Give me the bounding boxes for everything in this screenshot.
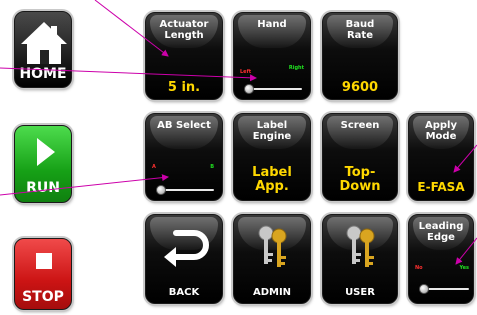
leading-edge-switch-knob[interactable] bbox=[419, 284, 429, 294]
house-icon bbox=[21, 22, 67, 64]
hand-left-label: Left bbox=[240, 69, 252, 75]
label-engine-value: Label App. bbox=[252, 165, 292, 194]
leading-edge-title: Leading Edge bbox=[418, 221, 464, 243]
run-button[interactable]: RUN bbox=[14, 125, 72, 203]
baud-rate-value: 9600 bbox=[341, 80, 379, 95]
ab-select-switch-knob[interactable] bbox=[156, 185, 166, 195]
baud-rate-button[interactable]: Baud Rate 9600 bbox=[322, 12, 398, 100]
hand-switch-knob[interactable] bbox=[244, 84, 254, 94]
ab-select-button[interactable]: AB Select A B bbox=[145, 113, 223, 201]
stop-square-icon bbox=[36, 253, 52, 269]
label-engine-title: Label Engine bbox=[252, 120, 292, 142]
screen-button[interactable]: Screen Top- Down bbox=[322, 113, 398, 201]
hand-button[interactable]: Hand Left Right bbox=[233, 12, 311, 100]
ab-select-switch-track bbox=[162, 189, 214, 191]
apply-mode-value: E-FASA bbox=[417, 180, 465, 194]
ab-select-left-label: A bbox=[152, 164, 156, 170]
screen-value: Top- Down bbox=[339, 165, 381, 194]
leading-edge-right-label: Yes bbox=[459, 265, 469, 271]
stop-button[interactable]: STOP bbox=[14, 238, 72, 310]
ab-select-title: AB Select bbox=[157, 120, 211, 131]
run-label: RUN bbox=[26, 180, 60, 196]
leading-edge-left-label: No bbox=[415, 265, 423, 271]
user-button[interactable]: USER bbox=[322, 214, 398, 304]
label-engine-button[interactable]: Label Engine Label App. bbox=[233, 113, 311, 201]
back-label: BACK bbox=[168, 287, 200, 298]
hand-title: Hand bbox=[257, 19, 287, 30]
home-label: HOME bbox=[19, 66, 67, 82]
actuator-length-title: Actuator Length bbox=[159, 19, 209, 41]
user-label: USER bbox=[345, 287, 375, 298]
admin-button[interactable]: ADMIN bbox=[233, 214, 311, 304]
admin-label: ADMIN bbox=[252, 287, 292, 298]
back-arrow-icon bbox=[164, 230, 209, 267]
actuator-length-value: 5 in. bbox=[167, 80, 201, 95]
home-button[interactable]: HOME bbox=[14, 11, 72, 88]
hand-switch-track bbox=[250, 88, 302, 90]
keys-icon bbox=[258, 225, 287, 267]
stop-label: STOP bbox=[22, 289, 64, 305]
keys-icon bbox=[346, 225, 375, 267]
leading-edge-button[interactable]: Leading Edge No Yes bbox=[408, 214, 474, 304]
leading-edge-switch-track bbox=[425, 288, 469, 290]
baud-rate-title: Baud Rate bbox=[345, 19, 375, 41]
screen-title: Screen bbox=[340, 120, 380, 131]
ab-select-right-label: B bbox=[210, 164, 214, 170]
actuator-length-button[interactable]: Actuator Length 5 in. bbox=[145, 12, 223, 100]
apply-mode-title: Apply Mode bbox=[424, 120, 457, 142]
apply-mode-button[interactable]: Apply Mode E-FASA bbox=[408, 113, 474, 201]
back-button[interactable]: BACK bbox=[145, 214, 223, 304]
play-icon bbox=[37, 138, 55, 166]
hand-right-label: Right bbox=[288, 65, 304, 71]
